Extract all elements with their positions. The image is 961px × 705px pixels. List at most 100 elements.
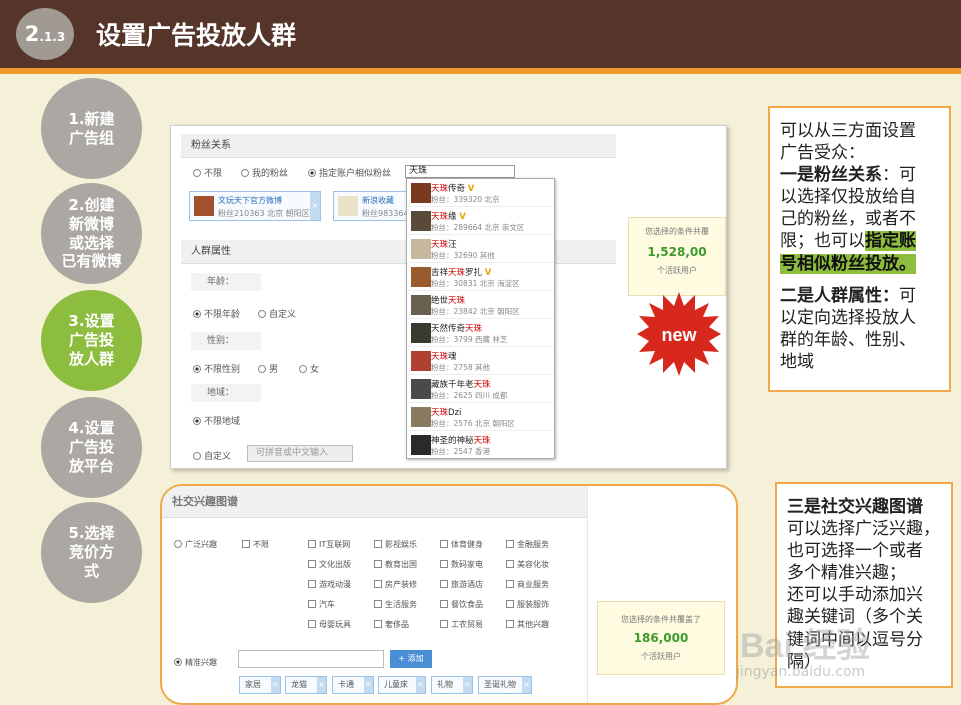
radio-selected-icon xyxy=(308,169,316,177)
keyword-tag: 龙猫 × xyxy=(285,676,327,694)
suggestion-item[interactable]: 天珠汪 粉丝：32690 其他 xyxy=(407,235,554,263)
suggestion-item[interactable]: 天然传奇天珠 粉丝：3799 西藏 林芝 xyxy=(407,319,554,347)
fans-account-tag-1: 文玩天下官方微博 粉丝210363 北京 朝阳区 × xyxy=(189,191,321,221)
remove-tag-icon[interactable]: × xyxy=(364,677,373,693)
account-meta: 粉丝210363 北京 朝阳区 xyxy=(218,209,310,218)
interest-checkbox[interactable]: 金融服务 xyxy=(506,539,549,550)
interest-checkbox[interactable]: 奢侈品 xyxy=(374,619,409,630)
suggestion-item[interactable]: 神圣的神秘天珠 粉丝：2547 香港 xyxy=(407,431,554,459)
gender-option-any-label: 不限性别 xyxy=(204,365,241,375)
gender-option-female[interactable]: 女 xyxy=(299,362,319,375)
suggestion-item[interactable]: 天珠传奇 V 粉丝：339320 北京 xyxy=(407,179,554,207)
fans-option-similar[interactable]: 指定账户相似粉丝 xyxy=(308,166,391,179)
interest-checkbox[interactable]: 体育健身 xyxy=(440,539,483,550)
remove-tag-icon[interactable]: × xyxy=(463,677,472,693)
interest-checkbox[interactable]: 数码家电 xyxy=(440,559,483,570)
suggestion-item[interactable]: 天珠魂 粉丝：2758 其他 xyxy=(407,347,554,375)
gender-option-any[interactable]: 不限性别 xyxy=(193,362,240,375)
region-search-input[interactable]: 可拼音或中文输入 xyxy=(247,445,353,462)
gender-option-male[interactable]: 男 xyxy=(258,362,278,375)
suggestion-item[interactable]: 吉祥天珠罗扎 V 粉丝：30831 北京 海淀区 xyxy=(407,263,554,291)
interest-checkbox[interactable]: IT互联网 xyxy=(308,539,350,550)
step-1-label: 1.新建 广告组 xyxy=(68,109,115,147)
radio-selected-icon xyxy=(193,417,201,425)
account-avatar xyxy=(411,295,431,315)
age-option-custom[interactable]: 自定义 xyxy=(258,307,296,320)
coverage-title: 您选择的条件共覆盖了 xyxy=(621,615,701,624)
account-avatar xyxy=(411,379,431,399)
fans-option-any[interactable]: 不限 xyxy=(193,166,222,179)
keyword-tag: 礼物 × xyxy=(431,676,473,694)
radio-icon xyxy=(174,540,182,548)
interest-checkbox[interactable]: 美容化妆 xyxy=(506,559,549,570)
interest-keyword-input[interactable] xyxy=(238,650,384,668)
broad-interest-option[interactable]: 广泛兴趣 xyxy=(174,539,217,550)
panel-divider xyxy=(587,486,588,703)
interest-checkbox[interactable]: 影视娱乐 xyxy=(374,539,417,550)
new-badge-icon: new xyxy=(637,292,721,376)
verified-v-icon: V xyxy=(484,268,492,278)
keyword-tag: 圣诞礼物 × xyxy=(478,676,532,694)
interest-checkbox[interactable]: 工农贸易 xyxy=(440,619,483,630)
suggestion-meta: 粉丝：339320 北京 xyxy=(431,195,500,204)
step-5-bid-method[interactable]: 5.选择 竞价方 式 xyxy=(41,502,142,603)
interest-checkbox[interactable]: 旅游酒店 xyxy=(440,579,483,590)
step-2-create-weibo[interactable]: 2.创建 新微博 或选择 已有微博 xyxy=(41,183,142,284)
interest-checkbox[interactable]: 母婴玩具 xyxy=(308,619,351,630)
suggestion-item[interactable]: 天珠缘 V 粉丝：289664 北京 崇文区 xyxy=(407,207,554,235)
fans-option-mine-label: 我的粉丝 xyxy=(252,169,289,179)
interest-checkbox[interactable]: 服装服饰 xyxy=(506,599,549,610)
suggestion-meta: 粉丝：2625 四川 成都 xyxy=(431,391,508,400)
precise-interest-label: 精准兴趣 xyxy=(185,658,217,667)
interest-checkbox[interactable]: 汽车 xyxy=(308,599,335,610)
remove-tag-icon[interactable]: × xyxy=(271,677,280,693)
interest-checkbox[interactable]: 生活服务 xyxy=(374,599,417,610)
radio-selected-icon xyxy=(174,658,182,666)
interest-unlimited-checkbox[interactable]: 不限 xyxy=(242,539,269,550)
interest-checkbox[interactable]: 教育出国 xyxy=(374,559,417,570)
region-option-any[interactable]: 不限地域 xyxy=(193,414,240,427)
add-keyword-button[interactable]: + 添加 xyxy=(390,650,432,668)
interest-checkbox[interactable]: 商业服务 xyxy=(506,579,549,590)
coverage-unit: 个活跃用户 xyxy=(657,266,697,275)
interest-checkbox[interactable]: 其他兴趣 xyxy=(506,619,549,630)
remove-tag-icon[interactable]: × xyxy=(522,677,531,693)
interest-checkbox[interactable]: 文化出版 xyxy=(308,559,351,570)
account-avatar xyxy=(338,196,358,216)
audience-explanation-callout: 可以从三方面设置 广告受众： 一是粉丝关系：可 以选择仅投放给自 己的粉丝，或者… xyxy=(768,106,951,392)
fans-account-search-input[interactable]: 天珠 xyxy=(405,165,515,178)
remove-tag-icon[interactable]: × xyxy=(416,677,425,693)
interest-checkbox[interactable]: 游戏动漫 xyxy=(308,579,351,590)
verified-v-icon: V xyxy=(467,184,475,194)
region-option-custom[interactable]: 自定义 xyxy=(193,449,231,462)
radio-icon xyxy=(193,452,201,460)
step-4-set-platform[interactable]: 4.设置 广告投 放平台 xyxy=(41,397,142,498)
radio-icon xyxy=(258,310,266,318)
account-avatar xyxy=(411,183,431,203)
suggestion-name: 天珠传奇 V xyxy=(431,184,475,194)
keyword-tag: 卡通 × xyxy=(332,676,374,694)
account-avatar xyxy=(411,211,431,231)
suggestion-name: 天然传奇天珠 xyxy=(431,324,483,334)
suggestion-name: 天珠魂 xyxy=(431,352,457,362)
fans-account-tag-2: 新浪收藏 粉丝983364 xyxy=(333,191,413,221)
precise-interest-option[interactable]: 精准兴趣 xyxy=(174,657,217,668)
age-option-any[interactable]: 不限年龄 xyxy=(193,307,240,320)
remove-tag-icon[interactable]: × xyxy=(317,677,326,693)
step-3-set-audience[interactable]: 3.设置 广告投 放人群 xyxy=(41,290,142,391)
suggestion-item[interactable]: 绝世天珠 粉丝：23842 北京 朝阳区 xyxy=(407,291,554,319)
interest-checkbox[interactable]: 餐饮食品 xyxy=(440,599,483,610)
account-avatar xyxy=(194,196,214,216)
gender-option-male-label: 男 xyxy=(269,365,279,375)
callout-line: 多个精准兴趣； xyxy=(787,563,906,584)
fans-option-mine[interactable]: 我的粉丝 xyxy=(241,166,288,179)
remove-tag-icon[interactable]: × xyxy=(310,192,320,220)
suggestion-item[interactable]: 天珠Dzi 粉丝：2576 北京 朝阳区 xyxy=(407,403,554,431)
radio-selected-icon xyxy=(193,310,201,318)
callout-line: 三是社交兴趣图谱 xyxy=(787,497,923,517)
step-1-create-ad-group[interactable]: 1.新建 广告组 xyxy=(41,78,142,179)
fans-section-header: 粉丝关系 xyxy=(181,134,616,158)
suggestion-item[interactable]: 藏族千年老天珠 粉丝：2625 四川 成都 xyxy=(407,375,554,403)
interest-checkbox[interactable]: 房产装修 xyxy=(374,579,417,590)
callout-line: 还可以手动添加兴 xyxy=(787,585,923,606)
